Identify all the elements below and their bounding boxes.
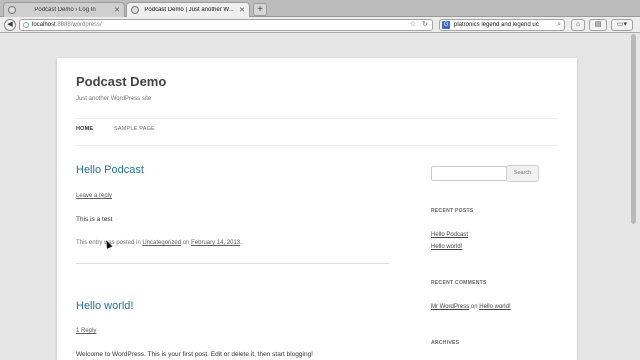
nav-home[interactable]: HOME — [76, 126, 93, 132]
comment-on-text: on — [470, 304, 478, 310]
tab-bar: Podcast Demo › Log In ✕ Podcast Demo | J… — [0, 0, 640, 17]
recent-post-link[interactable]: Hello world! — [431, 244, 462, 250]
globe-icon — [23, 22, 29, 28]
post-divider — [76, 263, 389, 264]
url-path: :8888/wordpress/ — [55, 22, 102, 28]
navigation-bar: ◀ localhost:8888/wordpress/ ☆ ↻ G platro… — [0, 17, 640, 33]
close-tab-icon[interactable]: ✕ — [239, 6, 245, 14]
site-description: Just another WordPress site — [76, 96, 152, 102]
recent-post-link[interactable]: Hello Podcast — [431, 232, 468, 238]
post-content: This is a test — [76, 216, 113, 223]
entry-meta-on: on — [182, 240, 190, 246]
leave-reply-link[interactable]: Leave a reply — [76, 193, 112, 199]
comment-post-link[interactable]: Hello world! — [479, 304, 510, 310]
search-bar-text: platronics legend and legend uc — [454, 22, 539, 28]
page-scrollbar[interactable] — [631, 34, 636, 224]
magnifier-icon[interactable]: ⌕ — [557, 20, 561, 30]
post-title[interactable]: Hello world! — [76, 300, 133, 312]
site-title[interactable]: Podcast Demo — [76, 74, 166, 89]
tab-login[interactable]: Podcast Demo › Log In ✕ — [3, 2, 125, 17]
menu-icon[interactable]: ▭▾ — [611, 19, 633, 31]
wordpress-favicon-icon — [8, 6, 16, 14]
web-page: Podcast Demo Just another WordPress site… — [57, 58, 577, 360]
entry-meta: This entry was posted in Uncategorized o… — [76, 240, 242, 246]
comment-author-link[interactable]: Mr WordPress — [431, 304, 469, 310]
archives-title: ARCHIVES — [431, 340, 460, 346]
back-icon[interactable]: ◀ — [4, 19, 16, 31]
bookmarks-icon[interactable]: ▤ — [589, 19, 607, 31]
close-tab-icon[interactable]: ✕ — [114, 6, 120, 14]
tab-podcast-demo[interactable]: Podcast Demo | Just another W... ✕ — [126, 2, 250, 17]
post-content: Welcome to WordPress. This is your first… — [76, 351, 313, 358]
nav-divider-bottom — [76, 145, 558, 146]
loading-favicon-icon — [131, 6, 139, 14]
tab-title: Podcast Demo | Just another W... — [144, 7, 234, 13]
nav-divider-top — [76, 118, 558, 119]
recent-posts-title: RECENT POSTS — [431, 208, 474, 214]
new-tab-button[interactable]: + — [253, 3, 267, 16]
date-link[interactable]: February 14, 2013 — [191, 240, 240, 246]
address-bar[interactable]: localhost:8888/wordpress/ ☆ ↻ — [19, 19, 433, 31]
star-icon[interactable]: ☆ — [410, 20, 416, 30]
url-host: localhost — [32, 22, 56, 28]
entry-meta-end: . — [240, 240, 242, 246]
category-link[interactable]: Uncategorized — [142, 240, 181, 246]
recent-comment-item: Mr WordPress on Hello world! — [431, 304, 511, 310]
home-icon[interactable]: ⌂ — [571, 19, 585, 31]
reload-icon[interactable]: ↻ — [422, 20, 428, 30]
sidebar-search-button[interactable]: Search — [506, 165, 539, 182]
recent-comments-title: RECENT COMMENTS — [431, 280, 487, 286]
sidebar-search-input[interactable] — [431, 166, 507, 181]
nav-sample-page[interactable]: SAMPLE PAGE — [114, 126, 155, 132]
tab-title: Podcast Demo › Log In — [34, 7, 96, 13]
reply-count-link[interactable]: 1 Reply — [76, 328, 96, 334]
search-engine-icon[interactable]: G — [442, 21, 450, 29]
post-title[interactable]: Hello Podcast — [76, 164, 144, 176]
search-bar[interactable]: G platronics legend and legend uc ⌕ — [439, 19, 565, 31]
